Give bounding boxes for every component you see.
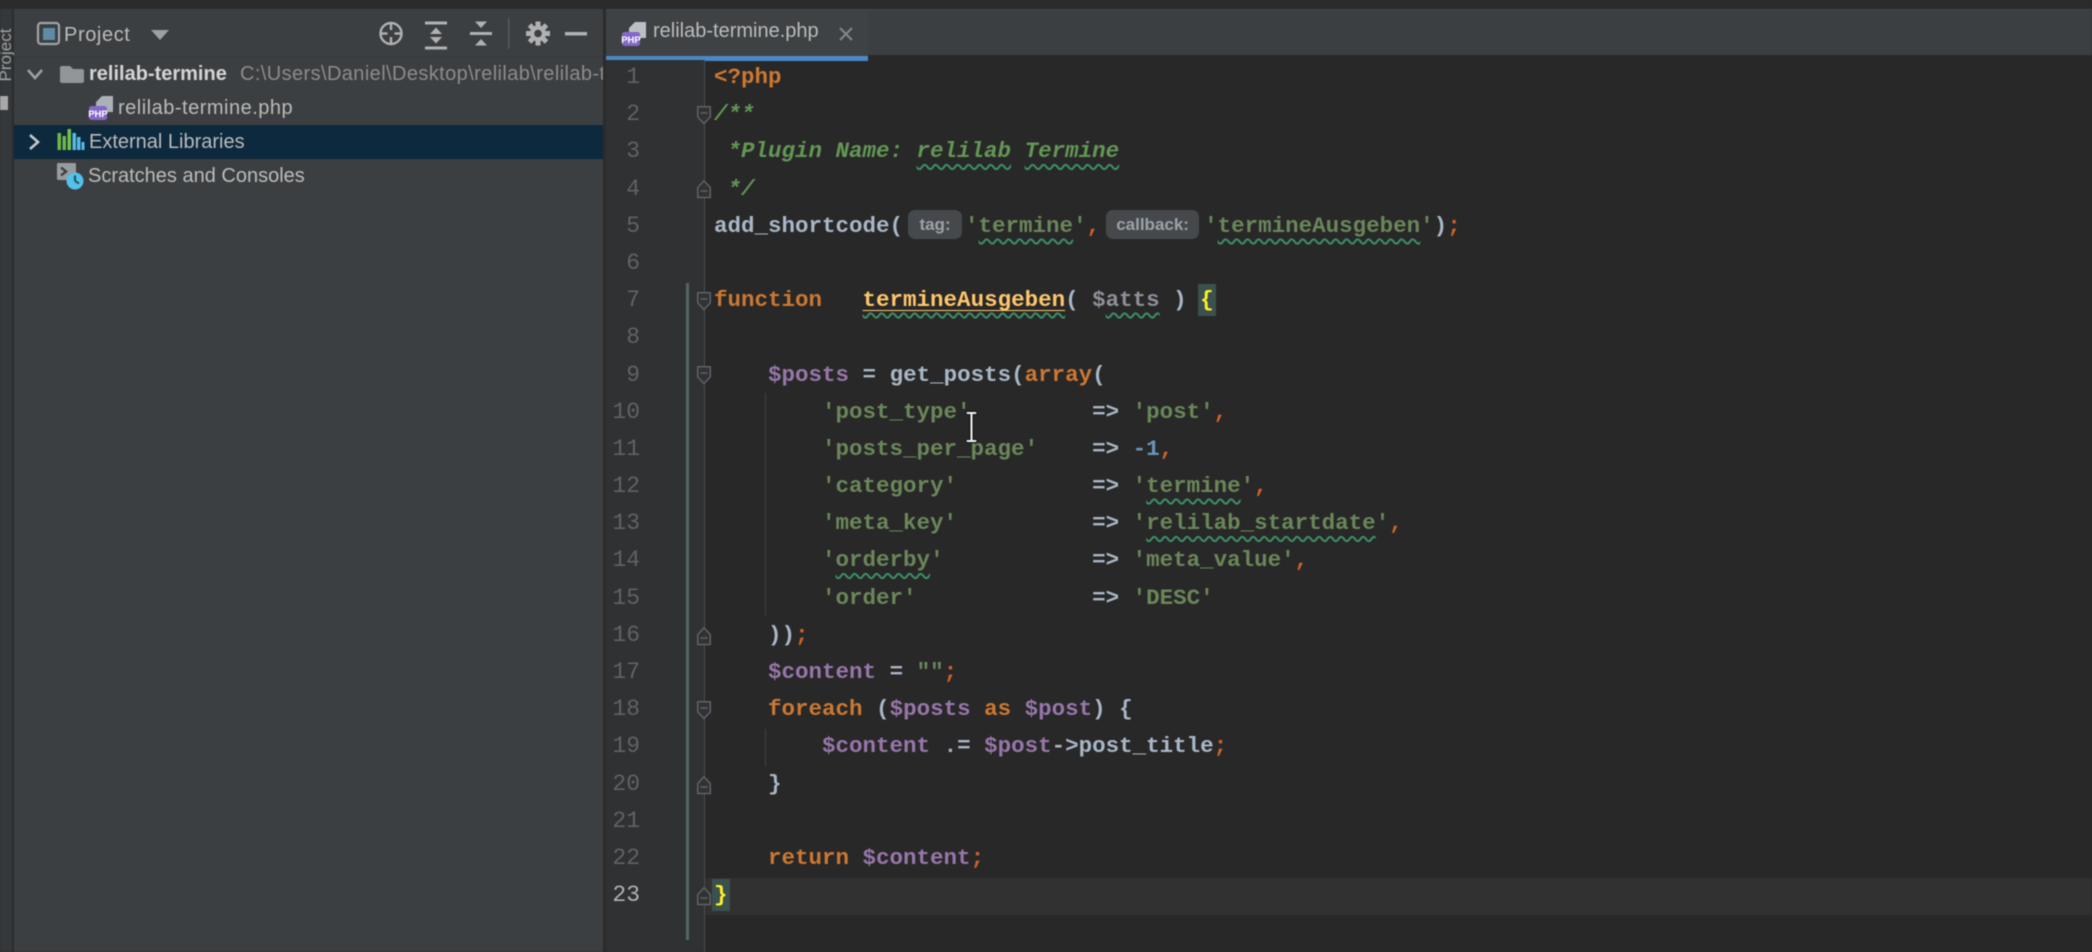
svg-text:PHP: PHP <box>88 109 108 120</box>
svg-text:Project: Project <box>64 24 130 46</box>
svg-text:PHP: PHP <box>621 35 641 46</box>
